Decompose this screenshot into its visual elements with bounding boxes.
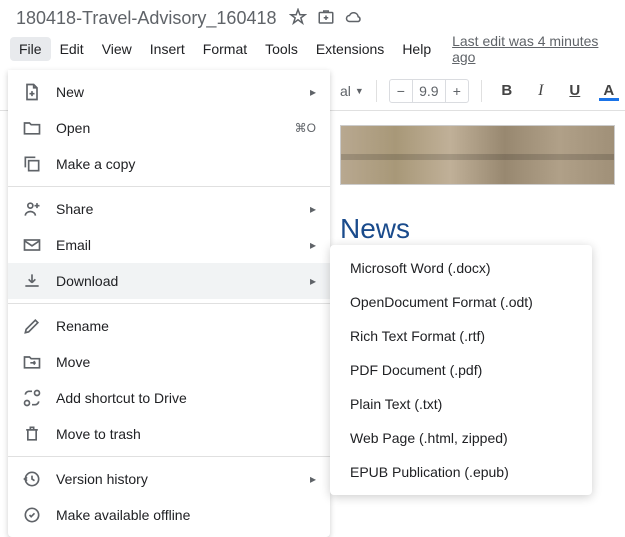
menu-item-label: New	[56, 84, 84, 100]
download-option[interactable]: Rich Text Format (.rtf)	[330, 319, 592, 353]
file-menu-new[interactable]: New ▸	[8, 74, 330, 110]
person-plus-icon	[22, 199, 42, 219]
text-color-button[interactable]: A	[596, 82, 622, 99]
download-option[interactable]: EPUB Publication (.epub)	[330, 455, 592, 489]
download-option[interactable]: Plain Text (.txt)	[330, 387, 592, 421]
menu-item-label: Make available offline	[56, 507, 190, 523]
menu-view[interactable]: View	[93, 37, 141, 61]
font-size-stepper[interactable]: − 9.9 +	[389, 79, 469, 103]
folder-icon	[22, 118, 42, 138]
file-plus-icon	[22, 82, 42, 102]
menu-item-label: Add shortcut to Drive	[56, 390, 187, 406]
font-size-value[interactable]: 9.9	[412, 80, 446, 102]
file-menu-dropdown: New▸Open⌘OMake a copyShare▸Email▸Downloa…	[8, 70, 330, 537]
font-size-decrease[interactable]: −	[390, 80, 412, 102]
menu-item-label: Rename	[56, 318, 109, 334]
file-menu-copy[interactable]: Make a copy	[8, 146, 330, 182]
paragraph-style-dropdown[interactable]: al▼	[340, 83, 364, 99]
chevron-right-icon: ▸	[310, 238, 316, 252]
menu-edit[interactable]: Edit	[51, 37, 93, 61]
document-heading[interactable]: News	[340, 213, 615, 245]
menu-extensions[interactable]: Extensions	[307, 37, 393, 61]
file-menu-offline[interactable]: Make available offline	[8, 497, 330, 533]
copy-icon	[22, 154, 42, 174]
menu-item-label: Share	[56, 201, 93, 217]
italic-button[interactable]: I	[528, 82, 554, 100]
last-edit-link[interactable]: Last edit was 4 minutes ago	[452, 33, 615, 65]
cloud-icon[interactable]	[345, 8, 363, 29]
file-menu-email[interactable]: Email ▸	[8, 227, 330, 263]
menu-insert[interactable]: Insert	[141, 37, 194, 61]
trash-icon	[22, 424, 42, 444]
move-icon	[22, 352, 42, 372]
bold-button[interactable]: B	[494, 82, 520, 99]
file-menu-share[interactable]: Share ▸	[8, 191, 330, 227]
menu-separator	[8, 186, 330, 187]
move-header-icon[interactable]	[317, 8, 335, 29]
menu-separator	[8, 303, 330, 304]
offline-icon	[22, 505, 42, 525]
menu-item-label: Email	[56, 237, 91, 253]
history-icon	[22, 469, 42, 489]
document-image[interactable]	[340, 125, 615, 185]
menu-item-label: Move	[56, 354, 90, 370]
file-menu-open[interactable]: Open ⌘O	[8, 110, 330, 146]
menu-tools[interactable]: Tools	[256, 37, 307, 61]
menu-item-label: Version history	[56, 471, 148, 487]
star-icon[interactable]	[289, 8, 307, 29]
menu-help[interactable]: Help	[393, 37, 440, 61]
menu-separator	[8, 456, 330, 457]
chevron-right-icon: ▸	[310, 202, 316, 216]
menu-file[interactable]: File	[10, 37, 51, 61]
download-option[interactable]: Microsoft Word (.docx)	[330, 251, 592, 285]
file-menu-download[interactable]: Download ▸	[8, 263, 330, 299]
file-menu-trash[interactable]: Move to trash	[8, 416, 330, 452]
file-menu-history[interactable]: Version history ▸	[8, 461, 330, 497]
download-option[interactable]: OpenDocument Format (.odt)	[330, 285, 592, 319]
menu-item-label: Make a copy	[56, 156, 135, 172]
menu-item-label: Open	[56, 120, 90, 136]
chevron-right-icon: ▸	[310, 85, 316, 99]
file-menu-move[interactable]: Move	[8, 344, 330, 380]
document-title[interactable]: 180418-Travel-Advisory_160418	[16, 8, 277, 29]
underline-button[interactable]: U	[562, 82, 588, 99]
download-icon	[22, 271, 42, 291]
shortcut-icon	[22, 388, 42, 408]
download-option[interactable]: Web Page (.html, zipped)	[330, 421, 592, 455]
mail-icon	[22, 235, 42, 255]
file-menu-shortcut[interactable]: Add shortcut to Drive	[8, 380, 330, 416]
font-size-increase[interactable]: +	[446, 80, 468, 102]
pencil-icon	[22, 316, 42, 336]
menu-bar: FileEditViewInsertFormatToolsExtensionsH…	[0, 33, 625, 71]
menu-item-label: Download	[56, 273, 118, 289]
chevron-right-icon: ▸	[310, 472, 316, 486]
menu-format[interactable]: Format	[194, 37, 256, 61]
chevron-right-icon: ▸	[310, 274, 316, 288]
download-option[interactable]: PDF Document (.pdf)	[330, 353, 592, 387]
menu-item-label: Move to trash	[56, 426, 141, 442]
file-menu-rename[interactable]: Rename	[8, 308, 330, 344]
shortcut-text: ⌘O	[295, 121, 316, 135]
download-submenu: Microsoft Word (.docx)OpenDocument Forma…	[330, 245, 592, 495]
